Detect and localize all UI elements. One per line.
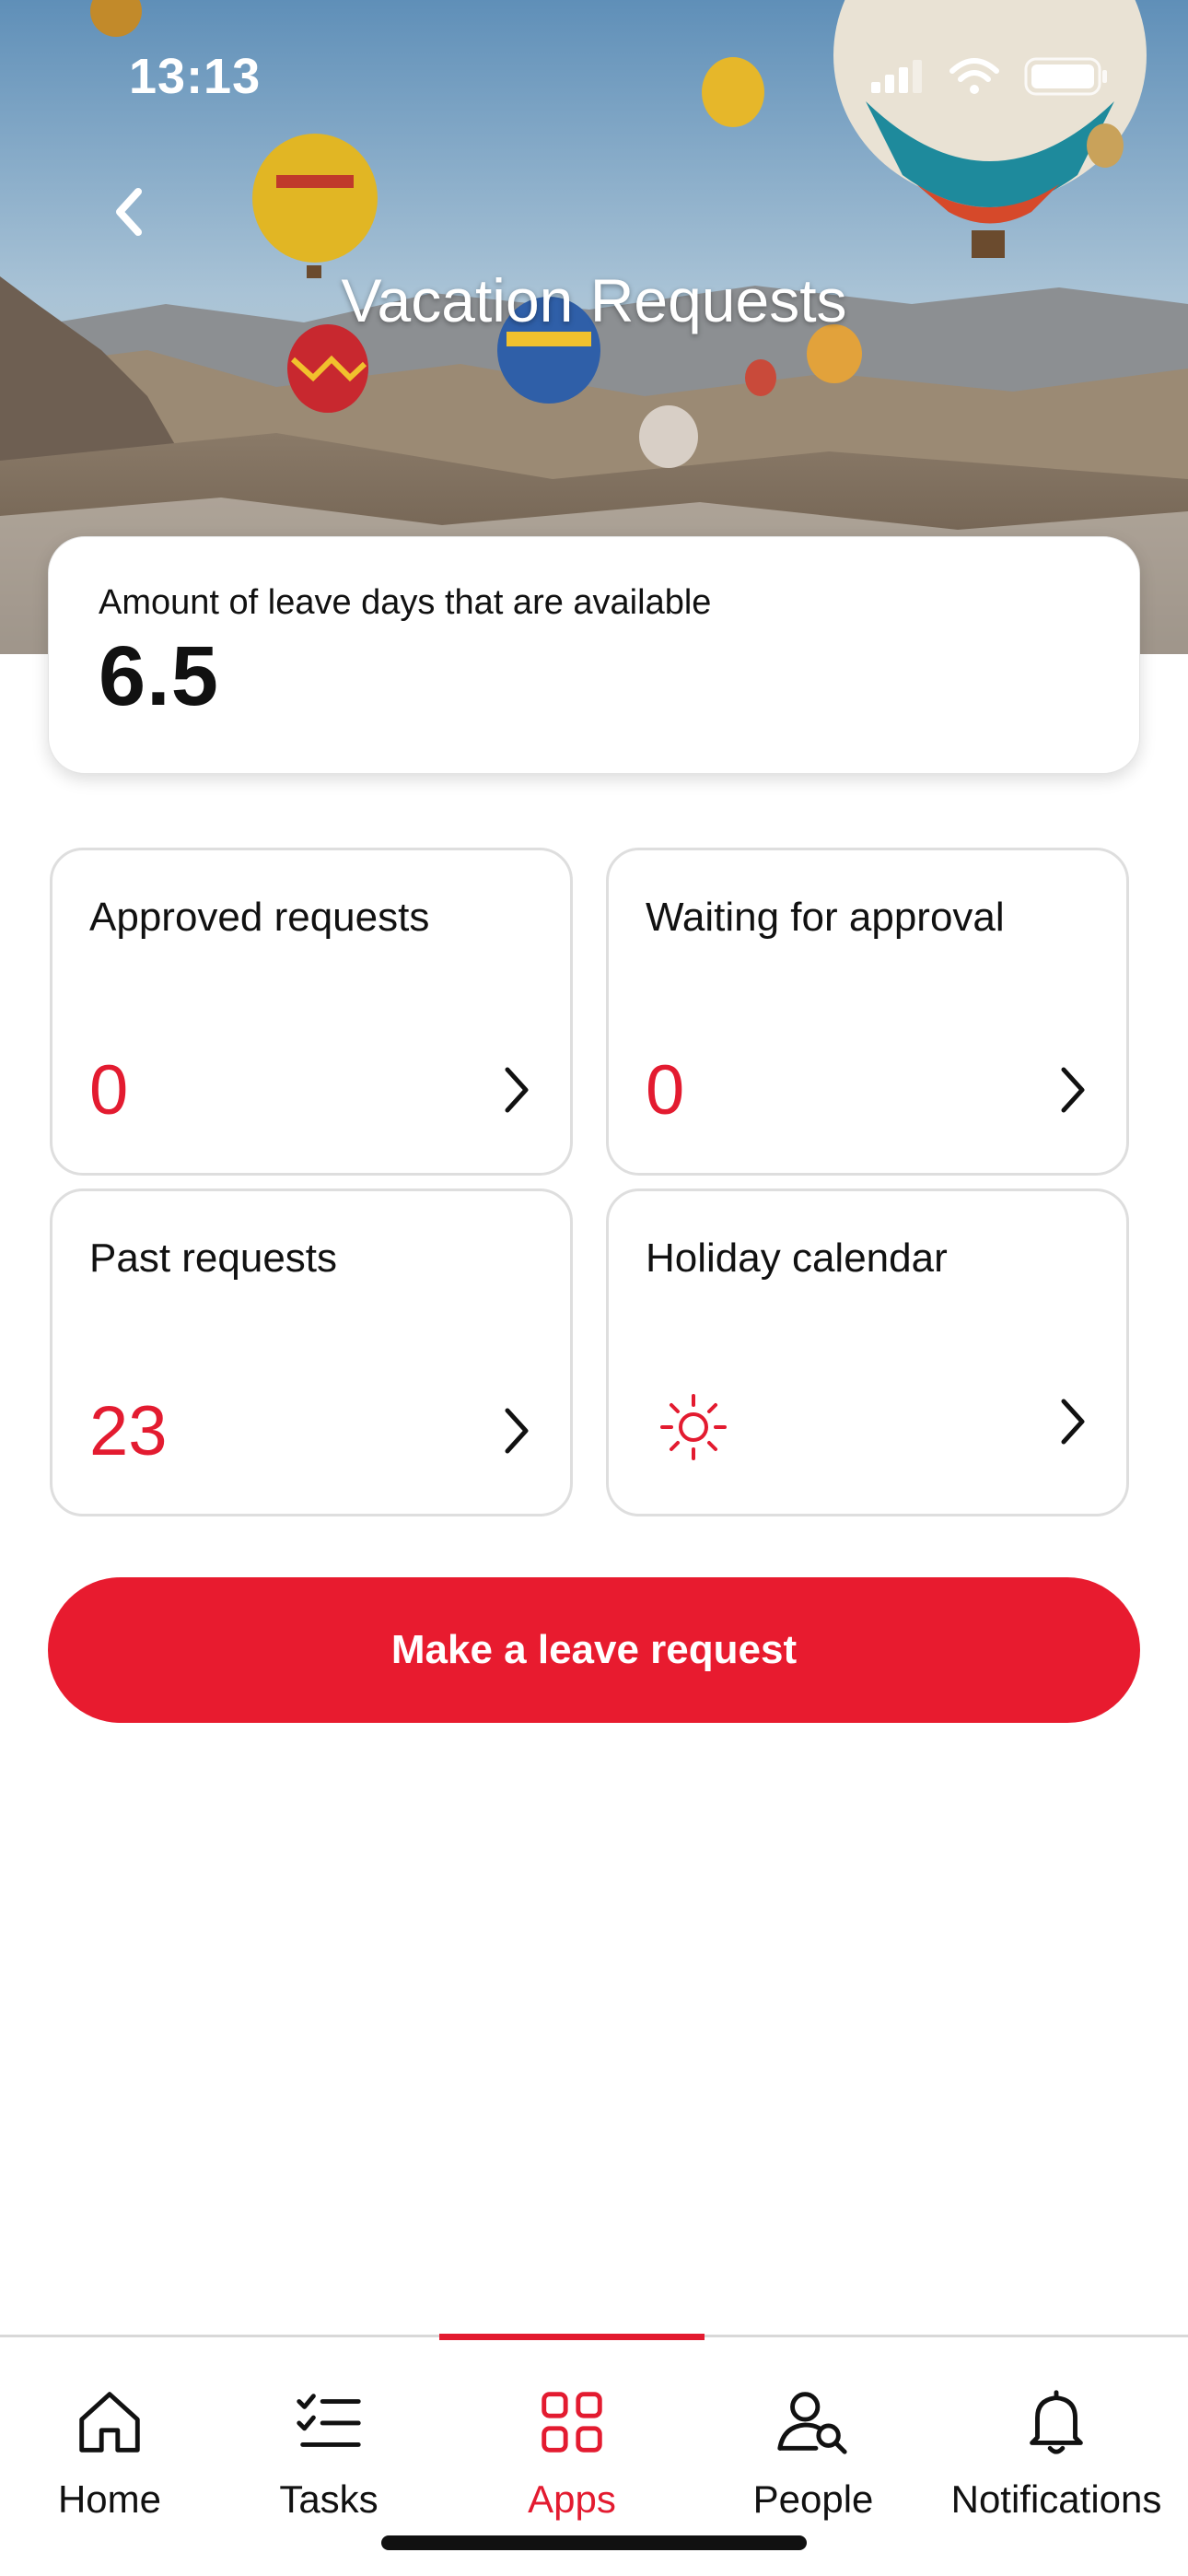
tile-title: Waiting for approval	[646, 895, 1005, 940]
battery-icon	[1024, 57, 1107, 96]
approved-requests-tile[interactable]: Approved requests 0	[50, 848, 573, 1176]
chevron-right-icon	[1061, 1067, 1085, 1113]
chevron-right-icon	[505, 1408, 529, 1454]
nav-item-apps[interactable]: Apps	[453, 2337, 691, 2522]
chevron-left-icon	[116, 188, 142, 236]
nav-item-people[interactable]: People	[694, 2337, 932, 2522]
waiting-count: 0	[646, 1051, 685, 1130]
tile-title: Holiday calendar	[646, 1235, 948, 1281]
make-leave-request-button[interactable]: Make a leave request	[48, 1577, 1140, 1723]
wifi-icon	[949, 58, 999, 94]
apps-grid-icon	[542, 2392, 602, 2453]
status-time: 13:13	[129, 49, 262, 104]
chevron-right-icon	[505, 1067, 529, 1113]
approved-count: 0	[89, 1051, 129, 1130]
leave-balance-card: Amount of leave days that are available …	[48, 536, 1140, 774]
cellular-signal-icon	[871, 60, 922, 93]
nav-item-notifications[interactable]: Notifications	[938, 2337, 1175, 2522]
tile-title: Past requests	[89, 1235, 338, 1281]
nav-label-tasks: Tasks	[279, 2477, 379, 2521]
tasks-icon	[297, 2394, 361, 2447]
nav-item-tasks[interactable]: Tasks	[210, 2337, 448, 2522]
home-indicator[interactable]	[381, 2535, 807, 2550]
nav-label-home: Home	[57, 2477, 162, 2521]
leave-balance-value: 6.5	[99, 629, 219, 723]
past-requests-tile[interactable]: Past requests 23	[50, 1188, 573, 1516]
waiting-for-approval-tile[interactable]: Waiting for approval 0	[606, 848, 1129, 1176]
nav-label-notifications: Notifications	[950, 2477, 1162, 2521]
home-icon	[79, 2392, 140, 2453]
page-title: Vacation Requests	[341, 266, 847, 334]
leave-balance-label: Amount of leave days that are available	[99, 583, 712, 622]
nav-item-home[interactable]: Home	[0, 2337, 228, 2522]
bell-icon	[1030, 2390, 1083, 2454]
people-search-icon	[777, 2392, 847, 2454]
past-count: 23	[89, 1392, 168, 1470]
nav-label-apps: Apps	[528, 2477, 616, 2521]
status-bar: 13:13	[0, 0, 1188, 157]
sun-icon	[660, 1394, 727, 1460]
back-button[interactable]	[92, 175, 166, 249]
nav-label-people: People	[752, 2477, 874, 2521]
tile-title: Approved requests	[89, 895, 430, 940]
status-icons	[871, 57, 1109, 96]
chevron-right-icon	[1061, 1399, 1085, 1445]
holiday-calendar-tile[interactable]: Holiday calendar	[606, 1188, 1129, 1516]
